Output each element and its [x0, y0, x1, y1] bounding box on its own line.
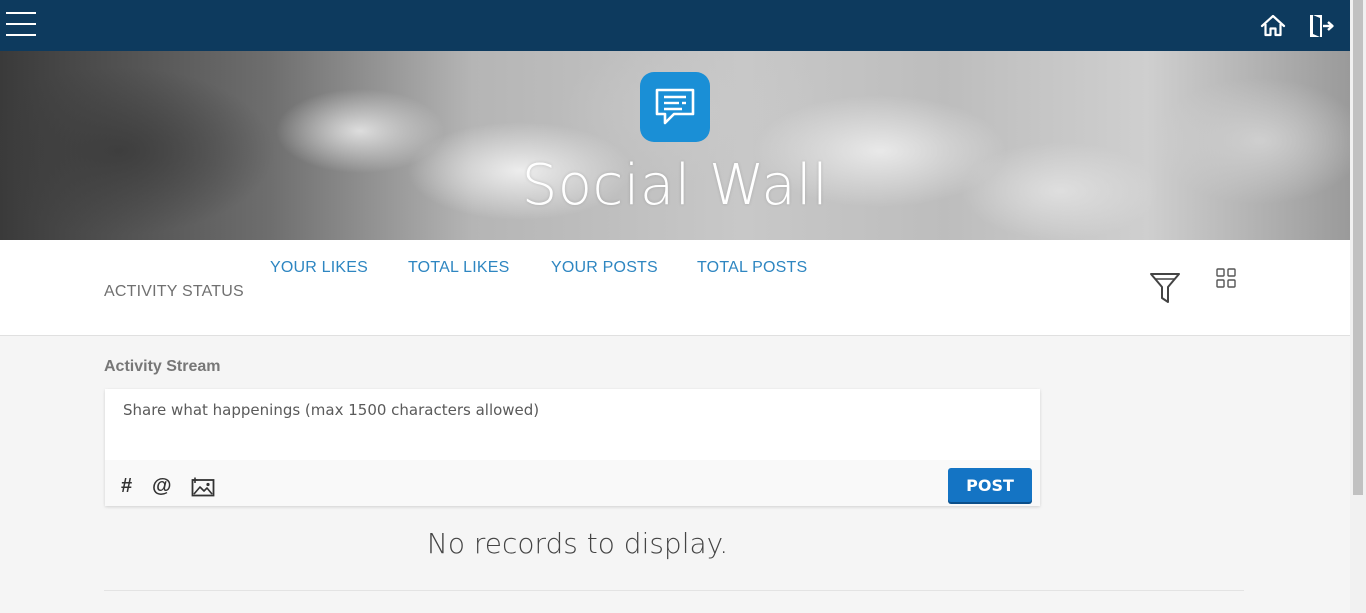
hashtag-button[interactable]: #: [121, 475, 132, 497]
page-scrollbar[interactable]: [1350, 0, 1366, 613]
activity-stream-heading: Activity Stream: [104, 358, 221, 375]
tab-total-likes[interactable]: TOTAL LIKES: [408, 259, 510, 277]
mention-button[interactable]: @: [152, 475, 172, 497]
post-composer: # @ POST: [105, 389, 1040, 506]
tab-total-posts[interactable]: TOTAL POSTS: [697, 259, 807, 277]
hero-banner: Social Wall: [0, 51, 1350, 240]
image-upload-icon[interactable]: [191, 477, 215, 502]
grid-view-icon[interactable]: [1216, 268, 1236, 288]
tab-your-posts[interactable]: YOUR POSTS: [551, 259, 658, 277]
hamburger-menu-icon[interactable]: [6, 12, 36, 38]
page-title: Social Wall: [521, 153, 829, 218]
home-icon[interactable]: [1259, 12, 1287, 40]
divider: [104, 590, 1244, 591]
filter-icon[interactable]: [1149, 271, 1181, 305]
activity-status-bar: ACTIVITY STATUS YOUR LIKES TOTAL LIKES Y…: [0, 240, 1350, 336]
composer-toolbar: # @ POST: [105, 460, 1040, 506]
activity-status-label: ACTIVITY STATUS: [104, 283, 244, 300]
tab-your-likes[interactable]: YOUR LIKES: [270, 259, 368, 277]
scrollbar-thumb[interactable]: [1353, 0, 1363, 495]
empty-state-message: No records to display.: [426, 527, 729, 560]
top-navbar: [0, 0, 1350, 51]
logout-icon[interactable]: [1307, 12, 1335, 40]
post-button[interactable]: POST: [948, 468, 1032, 502]
chat-bubble-icon: [640, 72, 710, 142]
post-input[interactable]: [105, 389, 1040, 460]
